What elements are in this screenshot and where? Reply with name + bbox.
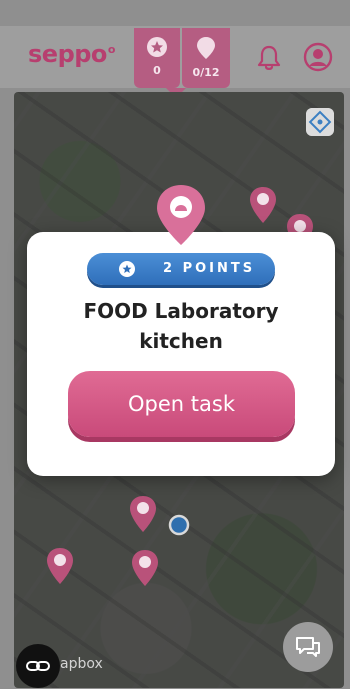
link-icon bbox=[26, 661, 50, 671]
points-label: 2 POINTS bbox=[163, 261, 256, 276]
tasks-progress: 0/12 bbox=[192, 66, 220, 79]
stars-count: 0 bbox=[153, 64, 161, 77]
chat-button[interactable] bbox=[283, 622, 333, 672]
tasks-counter[interactable]: 0/12 bbox=[182, 28, 230, 88]
map-pin[interactable] bbox=[248, 186, 278, 224]
points-badge: 2 POINTS bbox=[87, 253, 275, 285]
map-pin[interactable] bbox=[45, 547, 75, 585]
map-pin-icon bbox=[197, 37, 215, 59]
task-popup: 2 POINTS FOOD Laboratory kitchen Open ta… bbox=[27, 232, 335, 476]
stars-counter[interactable]: 0 bbox=[134, 28, 180, 88]
chat-icon bbox=[296, 637, 320, 657]
map-pin[interactable] bbox=[130, 549, 160, 587]
status-bar bbox=[0, 0, 350, 26]
mapbox-logo-button[interactable] bbox=[16, 644, 60, 688]
map-attribution: apbox bbox=[60, 656, 103, 672]
star-icon bbox=[119, 261, 135, 277]
star-icon bbox=[147, 37, 167, 57]
user-location-dot bbox=[168, 514, 190, 536]
crosshair-icon[interactable] bbox=[306, 108, 334, 136]
map-pin[interactable] bbox=[128, 495, 158, 533]
logo: seppoo bbox=[28, 40, 115, 68]
open-task-button[interactable]: Open task bbox=[68, 371, 295, 437]
user-icon[interactable] bbox=[303, 42, 333, 72]
task-pin-icon bbox=[157, 185, 205, 245]
app-header: seppoo 0 0/12 bbox=[0, 26, 350, 98]
task-title: FOOD Laboratory kitchen bbox=[83, 299, 279, 353]
bell-icon[interactable] bbox=[256, 44, 282, 72]
